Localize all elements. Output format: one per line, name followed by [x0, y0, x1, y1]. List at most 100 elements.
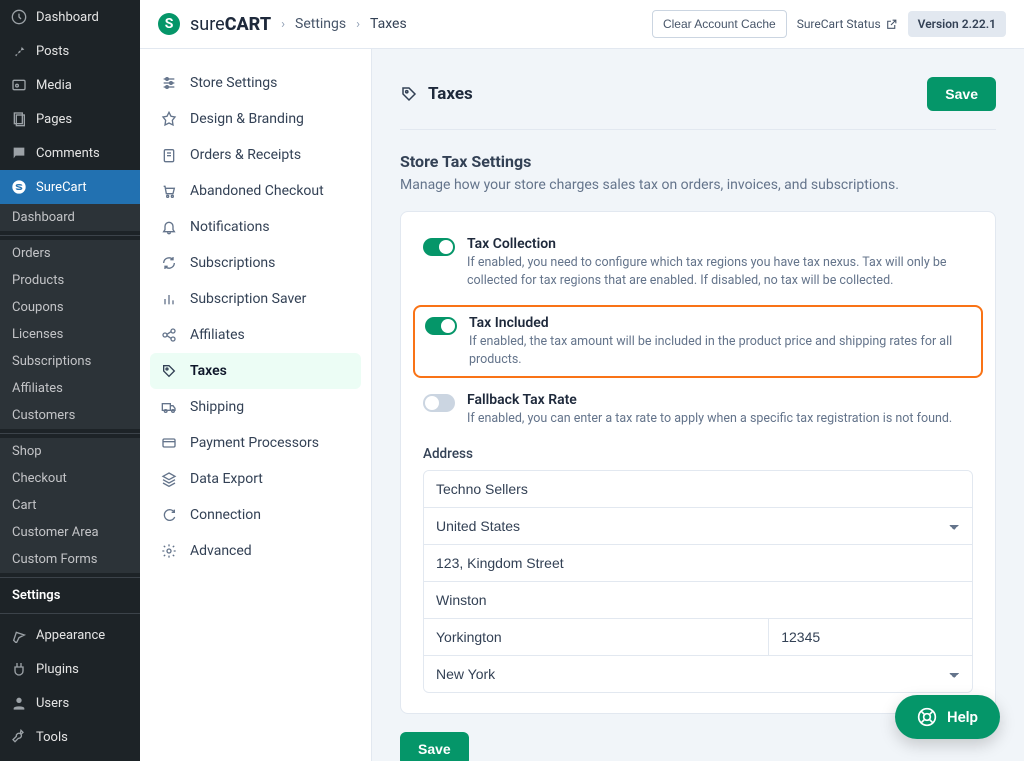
settings-nav-orders[interactable]: Orders & Receipts — [150, 137, 361, 173]
settings-nav-design[interactable]: Design & Branding — [150, 101, 361, 137]
wp-nav-users[interactable]: Users — [0, 686, 140, 720]
toggle-tax-included[interactable] — [425, 317, 457, 335]
wp-sub-orders[interactable]: Orders — [0, 240, 140, 267]
settings-nav-abandoned[interactable]: Abandoned Checkout — [150, 173, 361, 209]
store-tax-card: Tax Collection If enabled, you need to c… — [400, 211, 996, 714]
settings-nav-payment[interactable]: Payment Processors — [150, 425, 361, 461]
toggle-desc: If enabled, the tax amount will be inclu… — [469, 333, 971, 368]
address-city-input[interactable] — [424, 619, 769, 656]
wp-sub-licenses[interactable]: Licenses — [0, 321, 140, 348]
toggle-desc: If enabled, you need to configure which … — [467, 254, 973, 289]
wp-sub-settings[interactable]: Settings — [0, 582, 140, 609]
clear-cache-button[interactable]: Clear Account Cache — [652, 10, 787, 38]
wp-sub-shop[interactable]: Shop — [0, 438, 140, 465]
address-country-select[interactable]: United States — [424, 508, 972, 545]
toggle-title: Tax Included — [469, 315, 971, 331]
settings-nav-affiliates[interactable]: Affiliates — [150, 317, 361, 353]
surecart-icon — [10, 178, 28, 196]
wp-nav-settings[interactable]: Settings — [0, 754, 140, 761]
tools-icon — [10, 728, 28, 746]
settings-nav-subscriptions[interactable]: Subscriptions — [150, 245, 361, 281]
wp-sub-custom-forms[interactable]: Custom Forms — [0, 546, 140, 573]
bell-icon — [160, 218, 178, 236]
toggle-row-tax-collection: Tax Collection If enabled, you need to c… — [423, 232, 973, 303]
surecart-logo-icon: S — [158, 13, 180, 35]
toggle-fallback-tax[interactable] — [423, 394, 455, 412]
wp-sub-checkout[interactable]: Checkout — [0, 465, 140, 492]
breadcrumb-settings[interactable]: Settings — [295, 16, 346, 32]
wp-nav-tools[interactable]: Tools — [0, 720, 140, 754]
wp-nav-surecart[interactable]: SureCart — [0, 170, 140, 204]
address-line1-input[interactable] — [424, 545, 972, 582]
media-icon — [10, 76, 28, 94]
address-postal-input[interactable] — [769, 619, 972, 656]
wp-nav-posts[interactable]: Posts — [0, 34, 140, 68]
help-bubble[interactable]: Help — [895, 695, 1000, 739]
truck-icon — [160, 398, 178, 416]
appearance-icon — [10, 626, 28, 644]
stack-icon — [160, 470, 178, 488]
wp-nav-plugins[interactable]: Plugins — [0, 652, 140, 686]
chevron-right-icon: › — [356, 17, 360, 32]
pages-icon — [10, 110, 28, 128]
toggle-tax-collection[interactable] — [423, 238, 455, 256]
content-area: Taxes Save Store Tax Settings Manage how… — [372, 49, 1024, 761]
wp-sub-customer-area[interactable]: Customer Area — [0, 519, 140, 546]
section-title-store-tax: Store Tax Settings — [400, 152, 996, 171]
plugins-icon — [10, 660, 28, 678]
address-label: Address — [423, 446, 973, 462]
save-button-bottom[interactable]: Save — [400, 732, 469, 761]
sync-icon — [160, 506, 178, 524]
settings-nav-export[interactable]: Data Export — [150, 461, 361, 497]
settings-nav-taxes[interactable]: Taxes — [150, 353, 361, 389]
refresh-icon — [160, 254, 178, 272]
toggle-row-fallback-tax: Fallback Tax Rate If enabled, you can en… — [423, 388, 973, 442]
wp-sub-customers[interactable]: Customers — [0, 402, 140, 429]
wp-sub-subscriptions[interactable]: Subscriptions — [0, 348, 140, 375]
settings-nav-sub-saver[interactable]: Subscription Saver — [150, 281, 361, 317]
wp-nav-pages[interactable]: Pages — [0, 102, 140, 136]
cart-icon — [160, 182, 178, 200]
wp-nav-dashboard[interactable]: Dashboard — [0, 0, 140, 34]
version-badge: Version 2.22.1 — [908, 11, 1006, 37]
settings-nav-shipping[interactable]: Shipping — [150, 389, 361, 425]
external-link-icon — [885, 18, 898, 31]
address-fields: United States New York — [423, 470, 973, 693]
chevron-right-icon: › — [281, 17, 285, 32]
settings-nav-notifications[interactable]: Notifications — [150, 209, 361, 245]
toggle-title: Tax Collection — [467, 236, 973, 252]
wp-sub-coupons[interactable]: Coupons — [0, 294, 140, 321]
design-icon — [160, 110, 178, 128]
orders-icon — [160, 146, 178, 164]
section-desc-store-tax: Manage how your store charges sales tax … — [400, 177, 996, 193]
settings-nav-store[interactable]: Store Settings — [150, 65, 361, 101]
tag-icon — [400, 85, 418, 103]
toggle-title: Fallback Tax Rate — [467, 392, 973, 408]
wp-sub-cart[interactable]: Cart — [0, 492, 140, 519]
address-company-input[interactable] — [424, 471, 972, 508]
wp-sub-products[interactable]: Products — [0, 267, 140, 294]
wp-nav-appearance[interactable]: Appearance — [0, 618, 140, 652]
settings-nav: Store Settings Design & Branding Orders … — [140, 49, 372, 761]
users-icon — [10, 694, 28, 712]
wp-nav-media[interactable]: Media — [0, 68, 140, 102]
breadcrumb-taxes: Taxes — [370, 16, 407, 32]
tag-icon — [160, 362, 178, 380]
address-region-select[interactable]: New York — [424, 656, 972, 692]
surecart-status-link[interactable]: SureCart Status — [797, 17, 898, 31]
brand-name: sureCART — [190, 14, 271, 35]
card-icon — [160, 434, 178, 452]
wp-nav-comments[interactable]: Comments — [0, 136, 140, 170]
cog-icon — [160, 542, 178, 560]
wp-sub-dashboard[interactable]: Dashboard — [0, 204, 140, 231]
toggle-desc: If enabled, you can enter a tax rate to … — [467, 410, 973, 428]
wp-sub-affiliates[interactable]: Affiliates — [0, 375, 140, 402]
toggle-row-tax-included: Tax Included If enabled, the tax amount … — [413, 305, 983, 378]
address-line2-input[interactable] — [424, 582, 972, 619]
affiliates-icon — [160, 326, 178, 344]
topbar: S sureCART › Settings › Taxes Clear Acco… — [140, 0, 1024, 49]
save-button-top[interactable]: Save — [927, 77, 996, 111]
settings-nav-advanced[interactable]: Advanced — [150, 533, 361, 569]
settings-nav-connection[interactable]: Connection — [150, 497, 361, 533]
page-title: Taxes — [428, 84, 473, 104]
